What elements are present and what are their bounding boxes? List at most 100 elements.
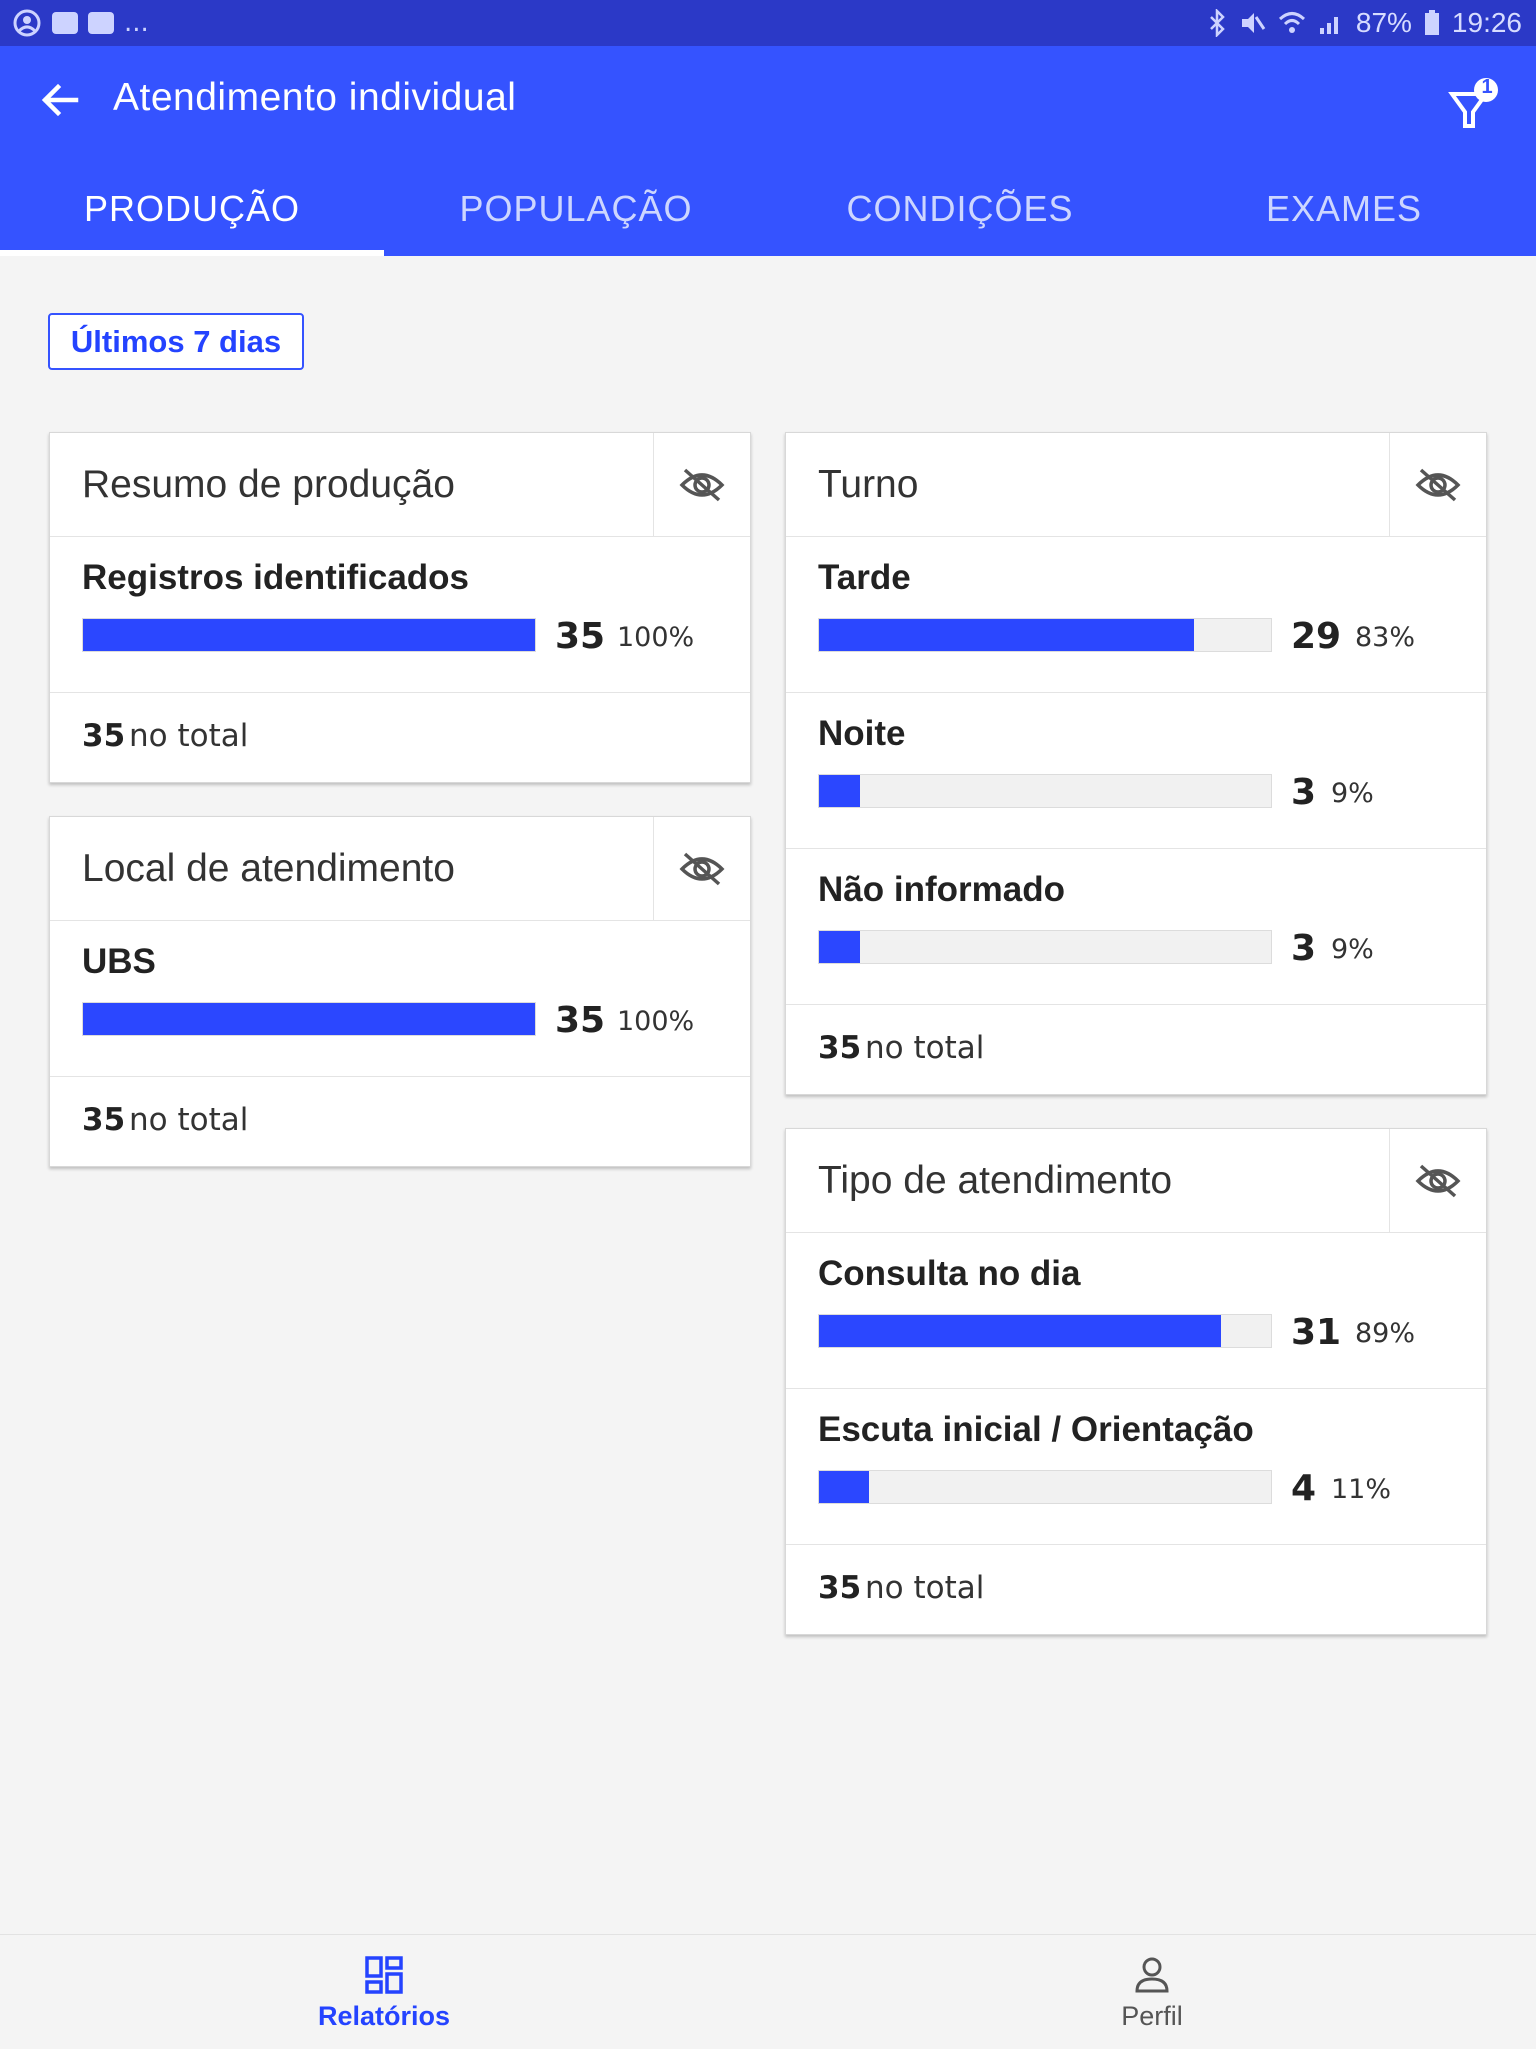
total-label: no total: [865, 1570, 985, 1606]
progress-bar: [818, 1470, 1272, 1504]
card-local-atendimento: Local de atendimento UBS 35 100% 35 no t…: [49, 816, 751, 1167]
bottom-navigation: Relatórios Perfil: [0, 1934, 1536, 2049]
progress-fill: [819, 775, 860, 807]
card-total: 35 no total: [786, 1544, 1486, 1633]
clock: 19:26: [1451, 7, 1522, 38]
progress-fill: [83, 1003, 535, 1035]
back-arrow-icon[interactable]: [36, 76, 84, 124]
row-label: Não informado: [818, 870, 1065, 909]
page-title: Atendimento individual: [113, 76, 517, 119]
nav-label-perfil: Perfil: [1121, 2001, 1183, 2031]
tab-condicoes[interactable]: CONDIÇÕES: [768, 162, 1152, 256]
filter-count-badge: 1: [1481, 76, 1493, 98]
row-count: 4: [1291, 1468, 1317, 1509]
row-label: Registros identificados: [82, 558, 470, 597]
row-percent: 100%: [617, 1006, 695, 1037]
mute-icon: [1241, 13, 1266, 33]
row-percent: 11%: [1331, 1474, 1392, 1505]
total-number: 35: [82, 718, 126, 754]
row-count: 3: [1291, 772, 1317, 813]
progress-bar: [82, 1002, 536, 1036]
eye-off-icon: [679, 468, 725, 501]
row-percent: 89%: [1355, 1318, 1416, 1349]
card-total: 35 no total: [786, 1004, 1486, 1093]
card-title: Turno: [818, 463, 919, 506]
total-number: 35: [82, 1102, 126, 1138]
nav-item-relatorios[interactable]: Relatórios: [0, 1935, 768, 2049]
total-label: no total: [865, 1030, 985, 1066]
account-circle-icon: [13, 9, 41, 37]
hide-card-button[interactable]: [653, 433, 750, 536]
eye-off-icon: [1415, 1164, 1461, 1197]
card-total: 35 no total: [50, 692, 750, 781]
total-label: no total: [129, 718, 249, 754]
hide-card-button[interactable]: [653, 817, 750, 920]
eye-off-icon: [679, 852, 725, 885]
progress-fill: [819, 619, 1195, 651]
stat-row: Consulta no dia 31 89%: [786, 1232, 1486, 1389]
battery-percent: 87%: [1355, 7, 1412, 38]
row-count: 31: [1291, 1312, 1342, 1353]
row-count: 29: [1291, 616, 1342, 657]
progress-fill: [819, 1315, 1222, 1347]
row-count: 35: [555, 1000, 606, 1041]
hide-card-button[interactable]: [1389, 433, 1486, 536]
hide-card-button[interactable]: [1389, 1129, 1486, 1232]
row-label: UBS: [82, 942, 156, 981]
card-tipo-atendimento: Tipo de atendimento Consulta no dia 31 8…: [785, 1128, 1487, 1635]
notification-icon-2: [88, 12, 114, 34]
row-count: 3: [1291, 928, 1317, 969]
row-label: Escuta inicial / Orientação: [818, 1410, 1254, 1449]
progress-bar: [818, 930, 1272, 964]
card-header: Local de atendimento: [50, 817, 750, 921]
filter-button[interactable]: 1: [1448, 74, 1498, 134]
battery-icon: [1424, 10, 1439, 35]
nav-label-relatorios: Relatórios: [317, 2001, 451, 2031]
bluetooth-icon: [1209, 9, 1225, 37]
stat-row: UBS 35 100%: [50, 920, 750, 1077]
card-title: Resumo de produção: [82, 463, 455, 506]
dashboard-icon: [365, 1956, 403, 1994]
signal-icon: [1319, 17, 1338, 34]
card-resumo-producao: Resumo de produção Registros identificad…: [49, 432, 751, 783]
card-header: Tipo de atendimento: [786, 1129, 1486, 1233]
tab-exames[interactable]: EXAMES: [1152, 162, 1536, 256]
eye-off-icon: [1415, 468, 1461, 501]
status-bar: ... 87% 19:26: [0, 0, 1536, 46]
tab-populacao[interactable]: POPULAÇÃO: [384, 162, 768, 256]
progress-bar: [818, 618, 1272, 652]
row-percent: 9%: [1331, 778, 1374, 809]
stat-row: Noite 3 9%: [786, 692, 1486, 849]
period-filter-chip[interactable]: Últimos 7 dias: [48, 313, 304, 370]
row-percent: 83%: [1355, 622, 1416, 653]
card-turno: Turno Tarde 29 83% Noite 3 9% Não inform…: [785, 432, 1487, 1095]
row-percent: 100%: [617, 622, 695, 653]
row-label: Tarde: [818, 558, 911, 597]
progress-fill: [83, 619, 535, 651]
stat-row: Não informado 3 9%: [786, 848, 1486, 1005]
card-header: Resumo de produção: [50, 433, 750, 537]
nav-item-perfil[interactable]: Perfil: [768, 1935, 1536, 2049]
person-icon: [1135, 1957, 1169, 1993]
stat-row: Escuta inicial / Orientação 4 11%: [786, 1388, 1486, 1545]
total-number: 35: [818, 1030, 862, 1066]
card-title: Local de atendimento: [82, 847, 455, 890]
row-count: 35: [555, 616, 606, 657]
progress-bar: [818, 774, 1272, 808]
stat-row: Registros identificados 35 100%: [50, 536, 750, 693]
card-total: 35 no total: [50, 1076, 750, 1165]
notification-icon: [52, 12, 78, 34]
card-header: Turno: [786, 433, 1486, 537]
progress-fill: [819, 1471, 869, 1503]
progress-bar: [818, 1314, 1272, 1348]
tab-bar: PRODUÇÃO POPULAÇÃO CONDIÇÕES EXAMES: [0, 162, 1536, 256]
card-title: Tipo de atendimento: [818, 1159, 1173, 1202]
progress-fill: [819, 931, 860, 963]
total-label: no total: [129, 1102, 249, 1138]
row-label: Consulta no dia: [818, 1254, 1081, 1293]
row-label: Noite: [818, 714, 906, 753]
app-bar: Atendimento individual 1 PRODUÇÃO POPULA…: [0, 46, 1536, 256]
row-percent: 9%: [1331, 934, 1374, 965]
tab-producao[interactable]: PRODUÇÃO: [0, 162, 384, 256]
more-notifications: ...: [124, 8, 149, 38]
